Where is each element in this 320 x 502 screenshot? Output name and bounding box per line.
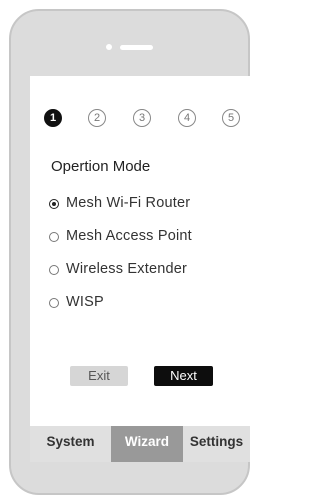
- option-wireless-extender[interactable]: Wireless Extender: [49, 261, 192, 294]
- option-label: WISP: [66, 294, 104, 310]
- tab-settings[interactable]: Settings: [183, 426, 250, 462]
- step-3: 3: [133, 109, 151, 127]
- camera-dot: [106, 44, 112, 50]
- tab-system[interactable]: System: [30, 426, 111, 462]
- speaker-slot: [120, 45, 153, 50]
- step-1: 1: [44, 109, 62, 127]
- radio-selected-icon[interactable]: [49, 199, 59, 209]
- option-label: Mesh Access Point: [66, 228, 192, 244]
- step-5: 5: [222, 109, 240, 127]
- page-title: Opertion Mode: [51, 158, 151, 175]
- option-mesh-access-point[interactable]: Mesh Access Point: [49, 228, 192, 261]
- phone-frame: 1 2 3 4 5 Opertion Mode Mesh Wi-Fi Route…: [9, 9, 250, 495]
- step-indicator: 1 2 3 4 5: [42, 109, 242, 131]
- radio-icon[interactable]: [49, 265, 59, 275]
- step-4: 4: [178, 109, 196, 127]
- tab-wizard[interactable]: Wizard: [111, 426, 183, 462]
- wizard-screen: 1 2 3 4 5 Opertion Mode Mesh Wi-Fi Route…: [30, 76, 250, 426]
- radio-icon[interactable]: [49, 232, 59, 242]
- step-2: 2: [88, 109, 106, 127]
- next-button[interactable]: Next: [154, 366, 213, 386]
- option-label: Mesh Wi-Fi Router: [66, 195, 191, 211]
- option-label: Wireless Extender: [66, 261, 188, 277]
- option-mesh-wifi-router[interactable]: Mesh Wi-Fi Router: [49, 195, 192, 228]
- radio-icon[interactable]: [49, 298, 59, 308]
- exit-button[interactable]: Exit: [70, 366, 128, 386]
- bottom-tab-bar: System Wizard Settings: [30, 426, 250, 462]
- option-wisp[interactable]: WISP: [49, 294, 192, 327]
- operation-mode-options: Mesh Wi-Fi Router Mesh Access Point Wire…: [49, 195, 192, 327]
